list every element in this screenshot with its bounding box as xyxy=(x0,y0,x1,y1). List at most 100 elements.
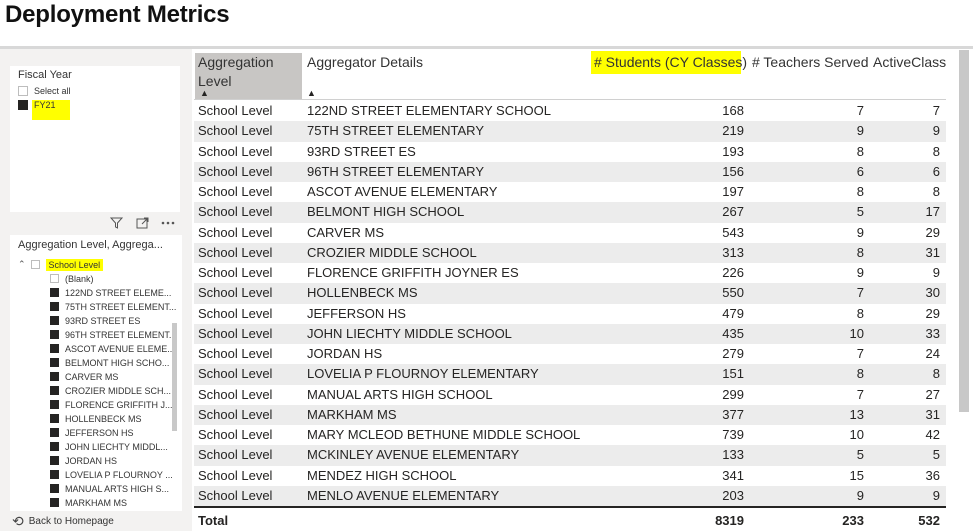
aggregation-item-checkbox[interactable] xyxy=(50,498,59,507)
select-all-checkbox[interactable] xyxy=(18,86,28,96)
header-students[interactable]: # Students (CY Classes) xyxy=(594,53,747,72)
table-row[interactable]: School Level CARVER MS 543 9 29 xyxy=(194,223,946,243)
filter-icon[interactable] xyxy=(108,216,124,230)
fiscal-year-slicer-title: Fiscal Year xyxy=(18,69,72,81)
header-aggregator-details[interactable]: Aggregator Details xyxy=(307,53,423,72)
aggregation-item-label: LOVELIA P FLOURNOY ... xyxy=(65,469,173,480)
blank-label: (Blank) xyxy=(65,273,94,284)
cell-students: 226 xyxy=(722,265,744,280)
school-level-checkbox[interactable] xyxy=(30,260,40,269)
aggregation-item[interactable]: CROZIER MIDDLE SCH... xyxy=(50,384,171,397)
school-level-label: School Level xyxy=(45,258,104,271)
cell-aggregator-details: 93RD STREET ES xyxy=(307,143,416,159)
table-row[interactable]: School Level LOVELIA P FLOURNOY ELEMENTAR… xyxy=(194,364,946,385)
aggregation-item-checkbox[interactable] xyxy=(50,470,59,479)
cell-aggregation-level: School Level xyxy=(198,244,273,260)
cell-active-class: 31 xyxy=(925,406,940,422)
cell-teachers-served: 8 xyxy=(856,184,864,199)
cell-aggregation-level: School Level xyxy=(198,143,273,159)
fy21-option[interactable]: FY21 xyxy=(18,98,56,112)
aggregation-item[interactable]: 122ND STREET ELEME... xyxy=(50,286,171,299)
table-row[interactable]: School Level BELMONT HIGH SCHOOL 267 5 17 xyxy=(194,202,946,223)
cell-aggregator-details: MANUAL ARTS HIGH SCHOOL xyxy=(307,386,493,402)
table-row[interactable]: School Level JEFFERSON HS 479 8 29 xyxy=(194,304,946,324)
cell-aggregator-details: FLORENCE GRIFFITH JOYNER ES xyxy=(307,265,519,280)
header-teachers-served[interactable]: # Teachers Served xyxy=(752,53,868,72)
aggregation-item-checkbox[interactable] xyxy=(50,386,59,395)
header-active-class[interactable]: ActiveClass xyxy=(873,53,946,72)
aggregation-item[interactable]: MARKHAM MS xyxy=(50,496,127,509)
cell-aggregation-level: School Level xyxy=(198,366,273,382)
table-row[interactable]: School Level MCKINLEY AVENUE ELEMENTARY 13… xyxy=(194,445,946,466)
table-row[interactable]: School Level MARKHAM MS 377 13 31 xyxy=(194,404,946,425)
aggregation-item-checkbox[interactable] xyxy=(50,302,59,311)
aggregation-item[interactable]: JOHN LIECHTY MIDDL... xyxy=(50,440,168,453)
aggregation-item[interactable]: HOLLENBECK MS xyxy=(50,412,142,425)
school-level-node[interactable]: ⌃ School Level xyxy=(18,258,104,271)
focus-mode-icon[interactable] xyxy=(134,216,150,230)
aggregation-item-checkbox[interactable] xyxy=(50,400,59,409)
header-aggregation-level[interactable]: Aggregation Level xyxy=(198,53,274,91)
table-row[interactable]: School Level FLORENCE GRIFFITH JOYNER ES 2… xyxy=(194,263,946,283)
cell-aggregation-level: School Level xyxy=(198,204,273,220)
cell-students: 193 xyxy=(722,143,744,159)
aggregation-item[interactable]: MANUAL ARTS HIGH S... xyxy=(50,482,169,495)
aggregation-item-label: BELMONT HIGH SCHO... xyxy=(65,357,170,368)
table-row[interactable]: School Level ASCOT AVENUE ELEMENTARY 197 8 8 xyxy=(194,182,946,202)
cell-students: 168 xyxy=(722,103,744,118)
back-to-homepage-button[interactable]: ⟲ Back to Homepage xyxy=(12,513,114,530)
fy21-label: FY21 xyxy=(34,100,56,110)
metrics-table: Aggregation Level ▲ Aggregator Details ▲… xyxy=(194,50,959,531)
table-row[interactable]: School Level 122ND STREET ELEMENTARY SCHO… xyxy=(194,101,946,121)
fy21-checkbox[interactable] xyxy=(18,100,28,110)
table-row[interactable]: School Level MENLO AVENUE ELEMENTARY 203 9 9 xyxy=(194,485,946,506)
table-row[interactable]: School Level HOLLENBECK MS 550 7 30 xyxy=(194,283,946,304)
aggregation-item[interactable]: JEFFERSON HS xyxy=(50,426,134,439)
aggregation-item-label: 96TH STREET ELEMENT... xyxy=(65,329,177,340)
cell-active-class: 27 xyxy=(925,386,940,402)
aggregation-item-checkbox[interactable] xyxy=(50,442,59,451)
table-row[interactable]: School Level 75TH STREET ELEMENTARY 219 9 9 xyxy=(194,121,946,142)
aggregation-slicer-scrollbar[interactable] xyxy=(172,323,177,431)
table-row[interactable]: School Level MENDEZ HIGH SCHOOL 341 15 36 xyxy=(194,466,946,486)
aggregation-item-checkbox[interactable] xyxy=(50,330,59,339)
aggregation-item[interactable]: FLORENCE GRIFFITH J... xyxy=(50,398,173,411)
aggregation-item-checkbox[interactable] xyxy=(50,484,59,493)
aggregation-item-label: FLORENCE GRIFFITH J... xyxy=(65,399,173,410)
table-header-row: Aggregation Level ▲ Aggregator Details ▲… xyxy=(194,50,946,100)
aggregation-item-checkbox[interactable] xyxy=(50,344,59,353)
table-row[interactable]: School Level 96TH STREET ELEMENTARY 156 6 6 xyxy=(194,161,946,182)
sort-ascending-icon: ▲ xyxy=(307,88,316,98)
aggregation-item-checkbox[interactable] xyxy=(50,316,59,325)
more-options-icon[interactable] xyxy=(160,216,176,230)
table-row[interactable]: School Level MARY MCLEOD BETHUNE MIDDLE S… xyxy=(194,425,946,445)
aggregation-item-checkbox[interactable] xyxy=(50,414,59,423)
cell-aggregation-level: School Level xyxy=(198,487,273,503)
blank-checkbox[interactable] xyxy=(50,274,59,283)
aggregation-item-checkbox[interactable] xyxy=(50,456,59,465)
table-row[interactable]: School Level 93RD STREET ES 193 8 8 xyxy=(194,142,946,162)
fiscal-year-slicer: Fiscal Year Select all FY21 xyxy=(10,66,180,212)
aggregation-item[interactable]: BELMONT HIGH SCHO... xyxy=(50,356,169,369)
cell-students: 133 xyxy=(722,447,744,463)
table-row[interactable]: School Level MANUAL ARTS HIGH SCHOOL 299 7 2… xyxy=(194,385,946,405)
table-row[interactable]: School Level CROZIER MIDDLE SCHOOL 313 8 31 xyxy=(194,242,946,263)
aggregation-item-checkbox[interactable] xyxy=(50,372,59,381)
table-row[interactable]: School Level JORDAN HS 279 7 24 xyxy=(194,344,946,364)
aggregation-item[interactable]: LOVELIA P FLOURNOY ... xyxy=(50,468,173,481)
blank-option[interactable]: (Blank) xyxy=(50,272,94,285)
aggregation-item[interactable]: JORDAN HS xyxy=(50,454,117,467)
aggregation-item-checkbox[interactable] xyxy=(50,358,59,367)
table-scrollbar[interactable] xyxy=(959,50,969,412)
select-all-option[interactable]: Select all xyxy=(18,84,71,98)
aggregation-item-checkbox[interactable] xyxy=(50,428,59,437)
aggregation-item[interactable]: CARVER MS xyxy=(50,370,118,383)
aggregation-item[interactable]: 96TH STREET ELEMENT... xyxy=(50,328,176,341)
aggregation-item[interactable]: ASCOT AVENUE ELEME... xyxy=(50,342,175,355)
aggregation-item[interactable]: 93RD STREET ES xyxy=(50,314,140,327)
aggregation-item-checkbox[interactable] xyxy=(50,288,59,297)
aggregation-item[interactable]: 75TH STREET ELEMENT... xyxy=(50,300,176,313)
table-row[interactable]: School Level JOHN LIECHTY MIDDLE SCHOOL 43… xyxy=(194,323,946,344)
header-aggregation-level-line1: Aggregation xyxy=(198,54,274,70)
chevron-up-icon[interactable]: ⌃ xyxy=(18,259,26,270)
